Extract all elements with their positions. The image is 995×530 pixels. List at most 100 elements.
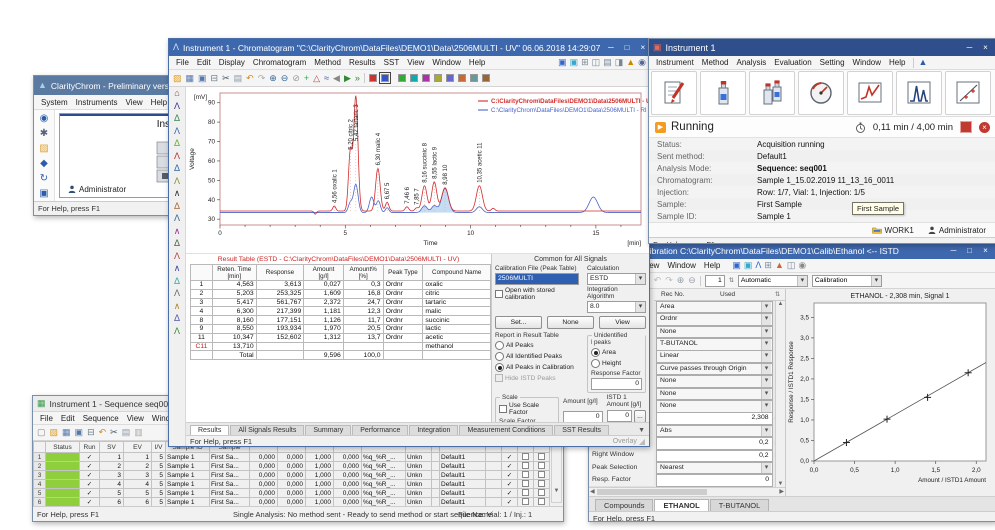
calibration-vertical-scrollbar[interactable]: ▲▼: [775, 301, 785, 487]
toolbar-icon[interactable]: ∧: [174, 189, 181, 198]
play-icon[interactable]: ▶: [344, 74, 351, 83]
maximize-button[interactable]: □: [620, 42, 633, 54]
menu-file[interactable]: File: [172, 57, 193, 68]
menu-window[interactable]: Window: [849, 57, 885, 68]
split-icon[interactable]: ◫: [787, 261, 796, 270]
zoom-in-icon[interactable]: ⊕: [677, 276, 685, 285]
marker-icon[interactable]: ▲: [775, 261, 784, 270]
menu-sequence[interactable]: Sequence: [79, 413, 123, 424]
tab-t-butanol[interactable]: T-BUTANOL: [710, 499, 770, 511]
monitor-icon[interactable]: ▣: [39, 189, 48, 199]
result-row[interactable]: 14,5633,6130,0270,3Ordnroxalic: [191, 281, 491, 290]
menu-analysis[interactable]: Analysis: [732, 57, 770, 68]
tab-performance[interactable]: Performance: [352, 425, 408, 435]
chromatogram-titlebar[interactable]: Λ Instrument 1 - Chromatogram "C:\Clarit…: [169, 39, 649, 56]
overlay-label[interactable]: Overlay: [613, 438, 637, 445]
redo-icon[interactable]: ↷: [258, 74, 266, 83]
chart-icon[interactable]: ▣: [558, 58, 567, 67]
calibration-dropdown[interactable]: None: [656, 326, 773, 339]
menu-view[interactable]: View: [403, 57, 428, 68]
tab-all-signals-results[interactable]: All Signals Results: [230, 425, 304, 435]
tab-overflow-button[interactable]: ▼: [638, 427, 645, 434]
prev-icon[interactable]: ◀: [333, 74, 340, 83]
signal-swatch[interactable]: [381, 74, 389, 82]
copy-icon[interactable]: ▤: [234, 74, 243, 83]
menu-method[interactable]: Method: [698, 57, 733, 68]
calibration-input[interactable]: 2,308: [656, 412, 773, 425]
abort-button[interactable]: ×: [979, 122, 990, 133]
new-icon[interactable]: ▢: [37, 428, 46, 437]
minimize-button[interactable]: ─: [604, 42, 617, 54]
toolbar-icon[interactable]: Δ: [174, 239, 180, 248]
print-icon[interactable]: ⊟: [87, 428, 95, 437]
signal-swatch[interactable]: [470, 74, 478, 82]
menu-help[interactable]: Help: [465, 57, 489, 68]
signal-swatch[interactable]: [458, 74, 466, 82]
toolbar-icon[interactable]: ∧: [174, 302, 181, 311]
calibration-dropdown[interactable]: Linear: [656, 350, 773, 363]
response-base-height-radio[interactable]: Height: [591, 359, 642, 368]
signal-icon[interactable]: ≈: [324, 74, 329, 83]
close-button[interactable]: ×: [979, 245, 992, 257]
clarity-icon[interactable]: ▲: [918, 58, 927, 67]
folder-icon[interactable]: ▨: [39, 144, 48, 154]
result-row[interactable]: 46,300217,3991,18112,3Ordnrmalic: [191, 307, 491, 316]
calibration-dropdown[interactable]: None: [656, 388, 773, 401]
response-factor-input[interactable]: 0: [591, 378, 642, 390]
set-button[interactable]: Set...: [495, 316, 542, 329]
toolbar-icon[interactable]: Λ: [174, 152, 180, 161]
toolbar-icon[interactable]: ∧: [174, 264, 181, 273]
window-icon[interactable]: ▣: [198, 74, 207, 83]
toolbar-icon[interactable]: Δ: [174, 202, 180, 211]
resize-grip[interactable]: ◢: [639, 437, 645, 446]
response-base-area-radio[interactable]: Area: [591, 348, 642, 357]
menu-instrument[interactable]: Instrument: [652, 57, 698, 68]
menu-help[interactable]: Help: [885, 57, 909, 68]
result-table[interactable]: Reten. Time[min]ResponseAmount[g/l]Amoun…: [190, 264, 491, 360]
zoom-reset-icon[interactable]: ⊘: [292, 74, 300, 83]
pane-icon[interactable]: ◨: [615, 58, 624, 67]
menu-view[interactable]: View: [121, 97, 146, 108]
shield-icon[interactable]: ◆: [40, 159, 48, 169]
calibration-dropdown[interactable]: None: [656, 400, 773, 413]
save-icon[interactable]: ▦: [62, 428, 71, 437]
menu-results[interactable]: Results: [345, 57, 380, 68]
more-button[interactable]: ...: [634, 410, 646, 422]
device-monitor-icon[interactable]: [798, 71, 844, 115]
calibration-dropdown[interactable]: Nearest: [656, 462, 773, 475]
grid-icon[interactable]: ⊞: [764, 261, 772, 270]
user-icon[interactable]: ◉: [40, 114, 49, 124]
sequence-row[interactable]: 2✓225Sample 1First Sa...0,0000,0001,0000…: [34, 462, 550, 471]
data-acquisition-icon[interactable]: [847, 71, 893, 115]
tab-sst-results[interactable]: SST Results: [554, 425, 609, 435]
calibration-dropdown[interactable]: T-BUTANOL: [656, 338, 773, 351]
print-icon[interactable]: ⊟: [211, 74, 219, 83]
tab-compounds[interactable]: Compounds: [595, 499, 653, 511]
menu-method[interactable]: Method: [310, 57, 345, 68]
open-icon[interactable]: ▨: [173, 74, 182, 83]
method-setup-icon[interactable]: [651, 71, 697, 115]
calibration-input[interactable]: 0: [656, 474, 773, 487]
chromatogram-icon[interactable]: [896, 71, 942, 115]
result-row[interactable]: C1113,710methanol: [191, 342, 491, 351]
zoom-out-icon[interactable]: ⊖: [688, 276, 696, 285]
signal-swatch[interactable]: [398, 74, 406, 82]
menu-evaluation[interactable]: Evaluation: [770, 57, 815, 68]
none-button[interactable]: None: [547, 316, 594, 329]
minimize-button[interactable]: ─: [963, 42, 976, 54]
toolbar-icon[interactable]: Δ: [174, 277, 180, 286]
single-analysis-icon[interactable]: [700, 71, 746, 115]
calibration-dropdown[interactable]: Abs: [656, 425, 773, 438]
toolbar-icon[interactable]: Λ: [174, 177, 180, 186]
menu-view[interactable]: View: [123, 413, 148, 424]
menu-instruments[interactable]: Instruments: [72, 97, 122, 108]
view-button[interactable]: View: [599, 316, 646, 329]
menu-edit[interactable]: Edit: [57, 413, 79, 424]
tab-ethanol[interactable]: ETHANOL: [654, 499, 708, 511]
target-icon[interactable]: ◉: [798, 261, 806, 270]
toolbar-icon[interactable]: Δ: [174, 314, 180, 323]
undo-icon[interactable]: ↶: [654, 276, 662, 285]
result-row[interactable]: 98,550193,9341,97020,5Ordnrlactic: [191, 324, 491, 333]
calibration-horizontal-scrollbar[interactable]: ◀▶: [589, 487, 785, 496]
signal-swatch[interactable]: [369, 74, 377, 82]
